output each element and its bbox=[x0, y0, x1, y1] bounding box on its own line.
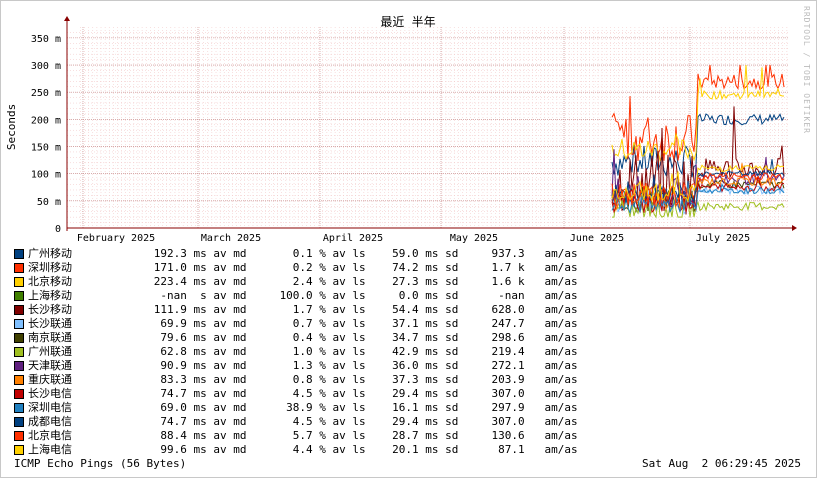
legend-swatch bbox=[14, 319, 24, 329]
legend-series-name: 北京移动 bbox=[28, 275, 72, 288]
legend-swatch bbox=[14, 361, 24, 371]
legend-stats: 69.9 ms av md 0.7 % av ls 37.1 ms sd 247… bbox=[114, 317, 578, 330]
x-tick-label: May 2025 bbox=[450, 233, 498, 244]
legend-stats: 74.7 ms av md 4.5 % av ls 29.4 ms sd 307… bbox=[114, 387, 578, 400]
legend-swatch bbox=[14, 445, 24, 455]
legend-swatch bbox=[14, 249, 24, 259]
footer-timestamp: Sat Aug 2 06:29:45 2025 bbox=[642, 457, 801, 470]
legend-series-name: 长沙联通 bbox=[28, 317, 72, 330]
legend-series-name: 南京联通 bbox=[28, 331, 72, 344]
legend-series-name: 天津联通 bbox=[28, 359, 72, 372]
legend-swatch bbox=[14, 347, 24, 357]
legend-swatch bbox=[14, 431, 24, 441]
legend-stats: 83.3 ms av md 0.8 % av ls 37.3 ms sd 203… bbox=[114, 373, 578, 386]
legend-series-name: 成都电信 bbox=[28, 415, 72, 428]
footer-probe-info: ICMP Echo Pings (56 Bytes) bbox=[14, 457, 187, 470]
legend-stats: 223.4 ms av md 2.4 % av ls 27.3 ms sd 1.… bbox=[114, 275, 578, 288]
y-tick-label: 350 m bbox=[31, 34, 61, 45]
legend-swatch bbox=[14, 375, 24, 385]
legend-stats: 99.6 ms av md 4.4 % av ls 20.1 ms sd 87.… bbox=[114, 443, 578, 456]
legend-series-name: 上海电信 bbox=[28, 443, 72, 456]
x-tick-label: July 2025 bbox=[696, 233, 750, 244]
x-tick-label: February 2025 bbox=[77, 233, 155, 244]
y-tick-label: 100 m bbox=[31, 170, 61, 181]
legend-stats: 90.9 ms av md 1.3 % av ls 36.0 ms sd 272… bbox=[114, 359, 578, 372]
chart-title: 最近 半年 bbox=[380, 15, 435, 29]
legend-swatch bbox=[14, 277, 24, 287]
legend-swatch bbox=[14, 403, 24, 413]
legend-swatch bbox=[14, 305, 24, 315]
legend-stats: 88.4 ms av md 5.7 % av ls 28.7 ms sd 130… bbox=[114, 429, 578, 442]
legend-stats: 111.9 ms av md 1.7 % av ls 54.4 ms sd 62… bbox=[114, 303, 578, 316]
x-tick-label: April 2025 bbox=[323, 233, 383, 244]
legend-swatch bbox=[14, 333, 24, 343]
y-tick-label: 250 m bbox=[31, 88, 61, 99]
legend-series-name: 深圳移动 bbox=[28, 261, 72, 274]
legend-stats: -nan s av md 100.0 % av ls 0.0 ms sd -na… bbox=[114, 289, 578, 302]
legend-swatch bbox=[14, 263, 24, 273]
x-tick-label: March 2025 bbox=[201, 233, 261, 244]
legend-series-name: 北京电信 bbox=[28, 429, 72, 442]
y-tick-label: 150 m bbox=[31, 143, 61, 154]
legend-series-name: 广州联通 bbox=[28, 345, 72, 358]
legend-swatch bbox=[14, 417, 24, 427]
legend-series-name: 广州移动 bbox=[28, 247, 72, 260]
legend-stats: 192.3 ms av md 0.1 % av ls 59.0 ms sd 93… bbox=[114, 247, 578, 260]
y-tick-label: 50 m bbox=[37, 197, 61, 208]
legend-stats: 62.8 ms av md 1.0 % av ls 42.9 ms sd 219… bbox=[114, 345, 578, 358]
legend-stats: 171.0 ms av md 0.2 % av ls 74.2 ms sd 1.… bbox=[114, 261, 578, 274]
x-tick-label: June 2025 bbox=[570, 233, 624, 244]
legend-stats: 74.7 ms av md 4.5 % av ls 29.4 ms sd 307… bbox=[114, 415, 578, 428]
legend-series-name: 上海移动 bbox=[28, 289, 72, 302]
legend-series-name: 深圳电信 bbox=[28, 401, 72, 414]
y-tick-label: 0 bbox=[55, 224, 61, 235]
y-tick-label: 200 m bbox=[31, 115, 61, 126]
legend-swatch bbox=[14, 291, 24, 301]
rrdtool-credit: RRDTOOL / TOBI OETIKER bbox=[802, 6, 811, 134]
legend-swatch bbox=[14, 389, 24, 399]
legend-stats: 79.6 ms av md 0.4 % av ls 34.7 ms sd 298… bbox=[114, 331, 578, 344]
legend-series-name: 长沙电信 bbox=[28, 387, 72, 400]
legend-series-name: 长沙移动 bbox=[28, 303, 72, 316]
legend-stats: 69.0 ms av md 38.9 % av ls 16.1 ms sd 29… bbox=[114, 401, 578, 414]
y-tick-label: 300 m bbox=[31, 61, 61, 72]
legend-series-name: 重庆联通 bbox=[28, 373, 72, 386]
y-axis-label: Seconds bbox=[5, 104, 18, 150]
